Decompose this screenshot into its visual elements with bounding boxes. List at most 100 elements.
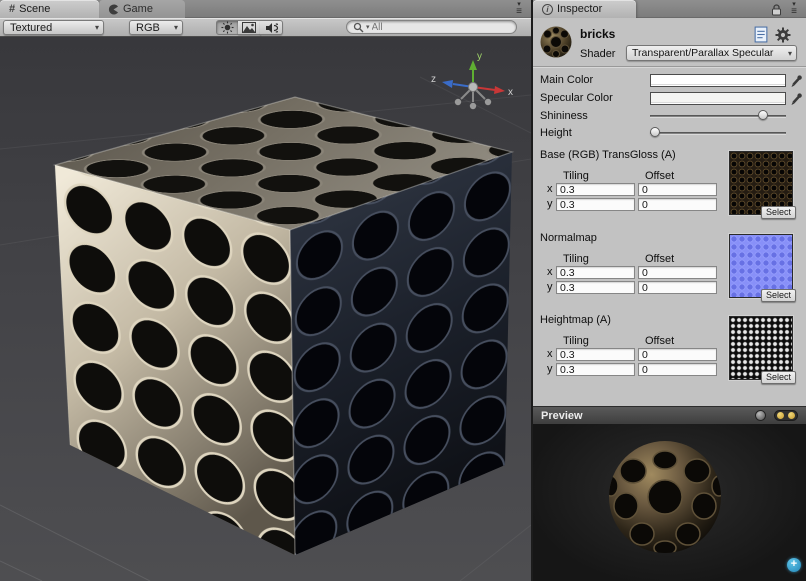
image-icon (242, 22, 256, 33)
offset-y-input[interactable] (638, 281, 717, 294)
orientation-gizmo[interactable]: y x z (429, 49, 517, 119)
eyedropper-icon[interactable] (790, 74, 803, 88)
slider-thumb[interactable] (758, 110, 768, 120)
texture-section-normalmap: Normalmap Tiling Offset x y Select (533, 232, 806, 314)
height-label: Height (540, 127, 572, 139)
offset-header: Offset (645, 253, 674, 265)
tab-scene-label: Scene (19, 3, 50, 15)
tab-game-label: Game (123, 3, 153, 15)
select-texture-button[interactable]: Select (761, 289, 796, 302)
main-color-swatch[interactable] (650, 74, 786, 87)
section-title: Normalmap (540, 232, 597, 244)
chevron-down-icon: ▾ (95, 23, 99, 32)
y-axis-label: y (547, 281, 553, 293)
search-input[interactable] (372, 22, 492, 33)
chevron-down-icon: ▾ (788, 49, 792, 58)
preview-light-toggle-icon[interactable] (774, 410, 798, 421)
gizmo-x-label: x (508, 87, 513, 98)
inspector-panel: i Inspector ▾ ≡ (531, 0, 806, 581)
section-title: Base (RGB) TransGloss (A) (540, 149, 676, 161)
offset-x-input[interactable] (638, 266, 717, 279)
unity-editor-window: # Scene Game ▾ ≡ Textured ▾ RGB ▾ (0, 0, 806, 581)
tiling-x-input[interactable] (556, 183, 635, 196)
offset-x-input[interactable] (638, 348, 717, 361)
gizmo-z-label: z (431, 74, 436, 85)
offset-y-input[interactable] (638, 198, 717, 211)
preview-content[interactable]: + (533, 424, 806, 581)
shader-label: Shader (580, 48, 615, 60)
tiling-header: Tiling (563, 170, 589, 182)
tab-game[interactable]: Game (99, 0, 185, 18)
material-preview-sphere (533, 424, 806, 581)
scene-panel: # Scene Game ▾ ≡ Textured ▾ RGB ▾ (0, 0, 531, 581)
search-icon (353, 22, 364, 33)
tiling-y-input[interactable] (556, 363, 635, 376)
offset-header: Offset (645, 170, 674, 182)
select-texture-button[interactable]: Select (761, 371, 796, 384)
x-axis-label: x (547, 348, 553, 360)
tiling-x-input[interactable] (556, 348, 635, 361)
tiling-x-input[interactable] (556, 266, 635, 279)
tiling-y-input[interactable] (556, 198, 635, 211)
shininess-label: Shininess (540, 110, 588, 122)
preview-model-toggle-icon[interactable] (755, 410, 766, 421)
effects-toggle-button[interactable] (238, 20, 261, 35)
chevron-down-icon: ▾ (174, 23, 178, 32)
render-mode-dropdown[interactable]: Textured ▾ (3, 20, 104, 35)
preview-add-button[interactable]: + (787, 558, 801, 572)
tab-inspector-label: Inspector (557, 3, 602, 15)
slider-thumb[interactable] (650, 127, 660, 137)
sun-icon (221, 21, 234, 34)
shininess-slider[interactable] (650, 110, 786, 122)
inspector-body: bricks Shader (533, 18, 806, 406)
material-sphere-icon (539, 25, 573, 59)
y-axis-label: y (547, 363, 553, 375)
gear-icon[interactable] (775, 27, 791, 43)
tiling-y-input[interactable] (556, 281, 635, 294)
info-icon: i (542, 4, 553, 15)
help-doc-icon[interactable] (754, 26, 768, 43)
audio-toggle-button[interactable] (260, 20, 283, 35)
specular-color-swatch[interactable] (650, 92, 786, 105)
tiling-header: Tiling (563, 253, 589, 265)
tiling-header: Tiling (563, 335, 589, 347)
speaker-icon (265, 22, 278, 34)
offset-header: Offset (645, 335, 674, 347)
section-title: Heightmap (A) (540, 314, 611, 326)
textured-cube (55, 97, 512, 555)
game-icon (108, 4, 119, 15)
channel-dropdown[interactable]: RGB ▾ (129, 20, 183, 35)
inspector-tabbar: i Inspector ▾ ≡ (533, 0, 806, 18)
search-filter-arrow-icon[interactable]: ▾ (366, 23, 370, 31)
scene-viewport[interactable]: y x z (0, 37, 531, 581)
shader-dropdown[interactable]: Transparent/Parallax Specular ▾ (626, 45, 797, 61)
lock-icon[interactable] (771, 3, 782, 16)
divider (533, 66, 806, 67)
offset-x-input[interactable] (638, 183, 717, 196)
grid-lines-near (0, 505, 150, 581)
main-color-label: Main Color (540, 74, 593, 86)
tab-scene[interactable]: # Scene (0, 0, 99, 18)
scene-toolbar: Textured ▾ RGB ▾ (0, 18, 531, 37)
scene-search-field[interactable]: ▾ (346, 20, 517, 34)
render-mode-value: Textured (10, 22, 52, 34)
tab-inspector[interactable]: i Inspector (533, 0, 636, 18)
texture-section-heightmap: Heightmap (A) Tiling Offset x y Select (533, 314, 806, 396)
scene-grid-icon: # (9, 3, 15, 15)
height-slider[interactable] (650, 127, 786, 139)
x-axis-label: x (547, 183, 553, 195)
scene-pane-menu-icon[interactable]: ▾ ≡ (511, 2, 527, 16)
scene-tabbar: # Scene Game ▾ ≡ (0, 0, 531, 18)
texture-section-base: Base (RGB) TransGloss (A) Tiling Offset … (533, 149, 806, 231)
eyedropper-icon[interactable] (790, 92, 803, 106)
shader-value: Transparent/Parallax Specular (632, 47, 784, 59)
x-axis-label: x (547, 266, 553, 278)
offset-y-input[interactable] (638, 363, 717, 376)
inspector-pane-menu-icon[interactable]: ▾ ≡ (786, 2, 802, 16)
slider-track[interactable] (650, 132, 786, 134)
preview-title: Preview (541, 410, 583, 422)
preview-header[interactable]: Preview (533, 406, 806, 424)
select-texture-button[interactable]: Select (761, 206, 796, 219)
lighting-toggle-button[interactable] (216, 20, 239, 35)
specular-color-label: Specular Color (540, 92, 613, 104)
